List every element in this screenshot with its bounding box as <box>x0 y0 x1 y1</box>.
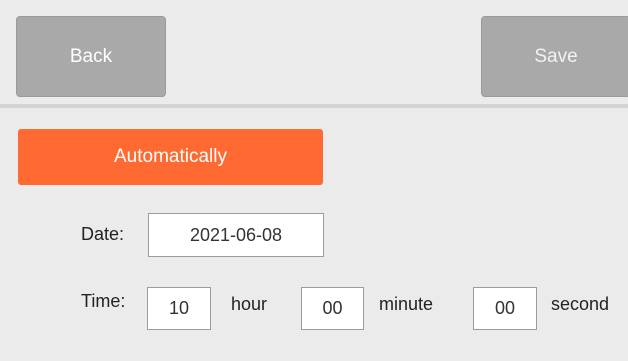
second-field[interactable]: 00 <box>473 287 537 330</box>
date-label: Date: <box>81 224 125 244</box>
second-unit-label: second <box>551 294 610 314</box>
minute-unit-label: minute <box>379 294 434 314</box>
toolbar-divider <box>0 104 628 108</box>
top-toolbar: Back Save <box>0 0 628 104</box>
save-button[interactable]: Save <box>481 16 628 97</box>
minute-field[interactable]: 00 <box>301 287 364 330</box>
back-button[interactable]: Back <box>16 16 166 97</box>
hour-field[interactable]: 10 <box>147 287 211 330</box>
date-field[interactable]: 2021-06-08 <box>148 213 324 257</box>
time-label: Time: <box>81 291 126 311</box>
automatically-button[interactable]: Automatically <box>18 129 323 185</box>
hour-unit-label: hour <box>231 294 268 314</box>
